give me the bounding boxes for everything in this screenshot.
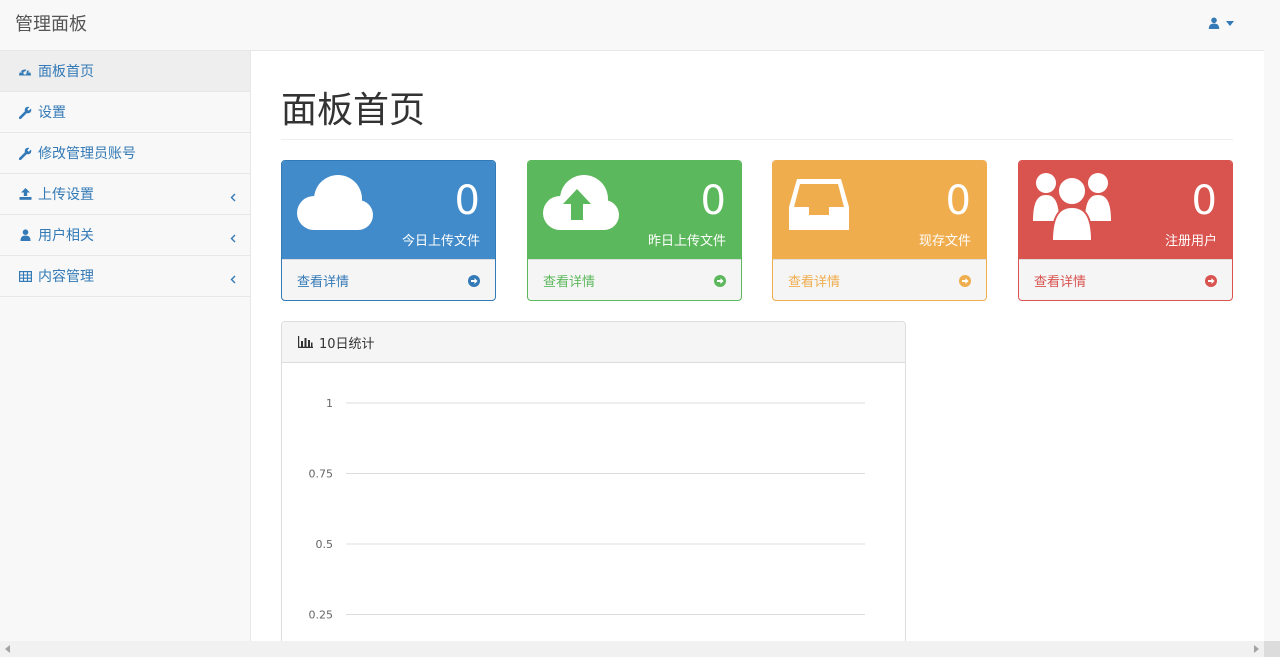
stats-panel-heading: 10日统计: [282, 322, 905, 363]
y-tick-label: 0.5: [316, 538, 334, 551]
chevron-left-icon: [230, 228, 236, 247]
y-tick-label: 0.75: [309, 468, 334, 481]
chevron-left-icon: [230, 269, 236, 288]
view-details-label: 查看详情: [1034, 275, 1087, 290]
user-menu-toggle[interactable]: [1208, 17, 1234, 29]
panel-heading: 0 今日上传文件: [282, 161, 495, 259]
sidebar-item-label: 面板首页: [38, 64, 94, 80]
page: 管理面板 面板首页 设置 修改管理员账号 上传设置 用户相关 内容管理 面板首页…: [0, 0, 1264, 641]
sidebar-item-admin-account[interactable]: 修改管理员账号: [0, 133, 250, 174]
stats-panel: 10日统计 1 0.75 0.5 0.25: [281, 321, 906, 641]
arrow-circle-right-icon: [959, 274, 971, 287]
sidebar-item-label: 修改管理员账号: [38, 146, 136, 162]
stat-panel-yesterday-uploads: 0 昨日上传文件 查看详情: [527, 160, 742, 301]
table-icon: [18, 269, 32, 283]
sidebar-item-user-related[interactable]: 用户相关: [0, 215, 250, 256]
wrench-icon: [18, 146, 32, 160]
scrollbar-corner: [1264, 641, 1280, 657]
stat-panel-registered-users: 0 注册用户 查看详情: [1018, 160, 1233, 301]
sidebar-item-settings[interactable]: 设置: [0, 92, 250, 133]
stats-chart: 1 0.75 0.5 0.25: [309, 397, 865, 622]
panel-heading: 0 现存文件: [773, 161, 986, 259]
wrench-icon: [18, 105, 32, 119]
chevron-left-icon: [230, 187, 236, 206]
sidebar-item-dashboard[interactable]: 面板首页: [0, 51, 250, 92]
title-divider: [281, 139, 1233, 140]
arrow-circle-right-icon: [468, 274, 480, 287]
view-details-label: 查看详情: [297, 275, 350, 290]
arrow-circle-right-icon: [1205, 274, 1217, 287]
sidebar-item-label: 用户相关: [38, 228, 94, 244]
panel-count: 0: [945, 178, 971, 224]
cloud-icon: [296, 171, 374, 237]
upload-icon: [18, 187, 32, 201]
y-tick-label: 0.25: [309, 609, 334, 622]
panel-count: 0: [454, 178, 480, 224]
panel-label: 昨日上传文件: [647, 234, 726, 249]
scroll-right-arrow-icon[interactable]: [1254, 645, 1259, 653]
panel-label: 注册用户: [1164, 234, 1217, 249]
arrow-circle-right-icon: [714, 274, 726, 287]
sidebar-item-upload-settings[interactable]: 上传设置: [0, 174, 250, 215]
stat-panel-today-uploads: 0 今日上传文件 查看详情: [281, 160, 496, 301]
view-details-label: 查看详情: [543, 275, 596, 290]
brand-title[interactable]: 管理面板: [15, 14, 87, 36]
stat-panel-existing-files: 0 现存文件 查看详情: [772, 160, 987, 301]
panel-count: 0: [700, 178, 726, 224]
sidebar-item-label: 内容管理: [38, 269, 94, 285]
sidebar-item-label: 上传设置: [38, 187, 94, 203]
user-icon: [1208, 17, 1220, 29]
user-icon: [18, 228, 32, 242]
sidebar: 面板首页 设置 修改管理员账号 上传设置 用户相关 内容管理: [0, 51, 251, 641]
inbox-icon: [787, 171, 851, 237]
panel-heading: 0 昨日上传文件: [528, 161, 741, 259]
users-icon: [1033, 171, 1111, 247]
view-details-label: 查看详情: [788, 275, 841, 290]
y-tick-label: 1: [326, 397, 333, 410]
panel-count: 0: [1191, 178, 1217, 224]
main-content: 面板首页 0 今日上传文件 查看详情 0 昨日上传文件 查看详情 0 现存文件 …: [251, 51, 1264, 641]
view-details-link[interactable]: 查看详情: [1019, 259, 1232, 300]
view-details-link[interactable]: 查看详情: [773, 259, 986, 300]
sidebar-item-label: 设置: [38, 105, 66, 121]
dashboard-icon: [18, 64, 32, 78]
sidebar-item-content-management[interactable]: 内容管理: [0, 256, 250, 297]
horizontal-scrollbar[interactable]: [0, 641, 1264, 657]
scroll-left-arrow-icon[interactable]: [5, 645, 10, 653]
bar-chart-icon: [298, 333, 313, 352]
stats-panel-title: 10日统计: [319, 336, 375, 352]
panel-heading: 0 注册用户: [1019, 161, 1232, 259]
panel-label: 现存文件: [918, 234, 971, 249]
caret-down-icon: [1226, 20, 1234, 26]
view-details-link[interactable]: 查看详情: [528, 259, 741, 300]
top-navbar: 管理面板: [0, 0, 1264, 51]
view-details-link[interactable]: 查看详情: [282, 259, 495, 300]
cloud-upload-icon: [542, 171, 620, 237]
page-title: 面板首页: [281, 90, 426, 131]
panel-label: 今日上传文件: [401, 234, 480, 249]
